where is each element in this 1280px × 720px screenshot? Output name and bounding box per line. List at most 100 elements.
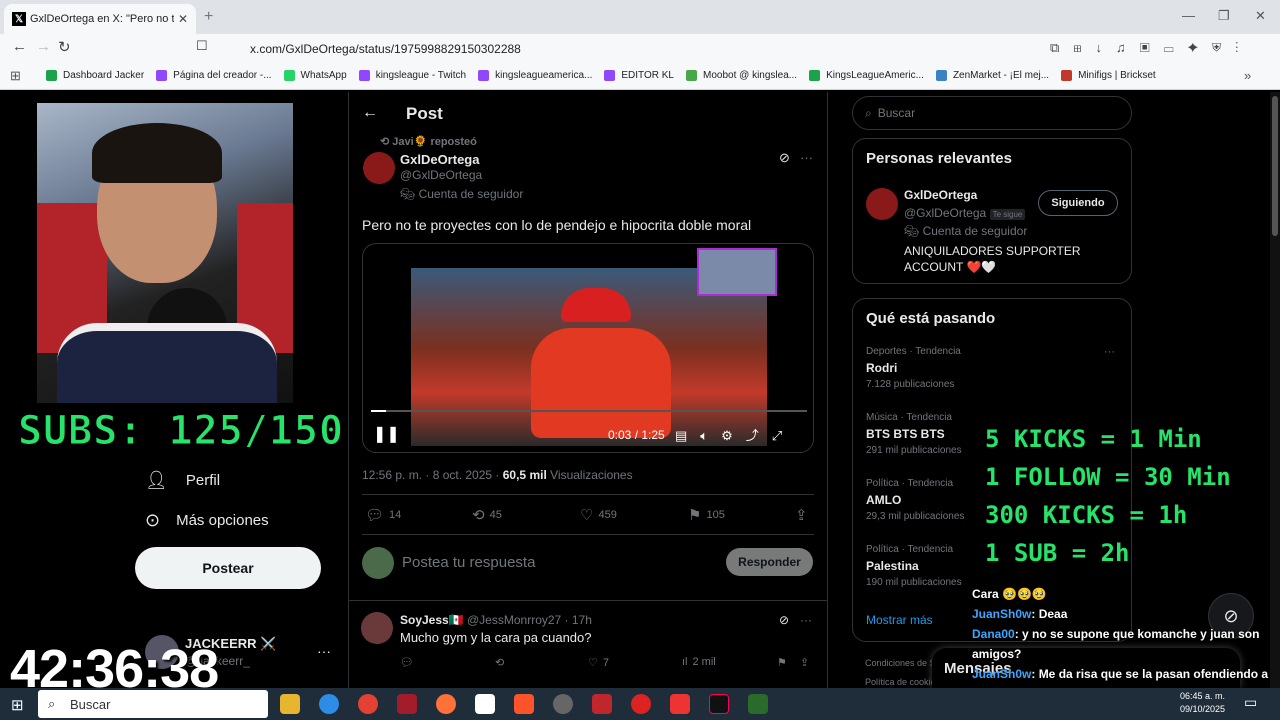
chrome-icon[interactable]	[358, 694, 378, 714]
account-menu-icon[interactable]: ···	[317, 643, 331, 659]
close-tab-icon[interactable]: ✕	[178, 12, 188, 26]
obs-icon[interactable]	[553, 694, 573, 714]
reply-avatar[interactable]	[361, 612, 393, 644]
kicks-line: 1 SUB = 2h	[985, 539, 1130, 567]
reply-repost-action[interactable]: ⟲	[495, 656, 504, 669]
more-bookmarks-icon[interactable]: »	[1244, 68, 1251, 83]
reply-name[interactable]: SoyJess🇲🇽	[400, 613, 464, 627]
video-player[interactable]: ❚❚ 0:03 / 1:25 ▤🔈︎⚙⤴⤢	[362, 243, 814, 453]
tab-title: GxlDeOrtega en X: "Pero no t	[30, 13, 174, 25]
reply-handle[interactable]: @JessMonrroy27 · 17h	[467, 613, 592, 627]
reply-like-action[interactable]: ♡ 7	[588, 656, 609, 670]
reply-share-icon: ⇪	[800, 657, 810, 669]
trend-more-icon[interactable]: ···	[1104, 346, 1115, 358]
windows-start-icon[interactable]: ⊞	[11, 696, 24, 714]
reload-icon[interactable]: ↻	[58, 38, 71, 56]
author-avatar[interactable]	[363, 152, 395, 184]
kicks-line: 300 KICKS = 1h	[985, 501, 1188, 529]
firefox-icon[interactable]	[436, 694, 456, 714]
footer-link[interactable]: Condiciones de S	[865, 658, 936, 668]
repost-row[interactable]: ⟲ Javi🌻 reposteó	[380, 135, 477, 148]
show-more-link[interactable]: Mostrar más	[866, 613, 933, 627]
search-input[interactable]: ⌕ Buscar	[852, 96, 1132, 130]
bookmark-item[interactable]: Página del creador -...	[156, 70, 272, 81]
bookmark-item[interactable]: ZenMarket - ¡El mej...	[935, 70, 1049, 81]
reply-action[interactable]: 💬︎ 14	[365, 506, 401, 524]
taskbar: ⊞ ⌕ Buscar 06:45 a. m. 09/10/2025 ▭	[0, 688, 1280, 720]
pause-icon[interactable]: ❚❚	[373, 424, 400, 444]
reply-bookmark-action[interactable]: ⚑	[777, 656, 787, 669]
app-icon[interactable]	[592, 694, 612, 714]
video-progress[interactable]	[371, 410, 807, 412]
reply-icon: 💬︎	[365, 507, 385, 524]
bookmark-item[interactable]: Moobot @ kingslea...	[686, 70, 797, 81]
back-icon[interactable]: ←	[12, 38, 27, 55]
bookmark-action[interactable]: ⚑ 105	[688, 506, 725, 524]
relevant-title: Personas relevantes	[866, 150, 1012, 167]
brave-icon[interactable]	[514, 694, 534, 714]
author-handle[interactable]: @GxlDeOrtega	[400, 168, 482, 182]
bookmark-item[interactable]: EDITOR KL	[604, 70, 674, 81]
subs-counter: SUBS: 125/150	[17, 408, 345, 455]
url-field[interactable]: x.com/GxlDeOrtega/status/197599882915030…	[228, 38, 970, 60]
bookmark-item[interactable]: WhatsApp	[283, 70, 347, 81]
repost-action[interactable]: ⟲ 45	[472, 506, 502, 524]
bookmark-favicon-icon	[686, 70, 697, 81]
new-tab-icon[interactable]: +	[204, 8, 213, 26]
browser-tab[interactable]: 𝕏 GxlDeOrtega en X: "Pero no t ✕	[4, 4, 196, 34]
post-button[interactable]: Postear	[135, 547, 321, 589]
share-action[interactable]: ⇪	[795, 506, 808, 524]
forward-icon[interactable]: →	[36, 38, 51, 55]
app-icon[interactable]	[631, 694, 651, 714]
footer-link[interactable]: Política de cookie	[865, 677, 936, 687]
bookmark-icon[interactable]: ☐	[196, 38, 208, 54]
bookmark-item[interactable]: Minifigs | Brickset	[1061, 70, 1156, 81]
bookmark-item[interactable]: KingsLeagueAmeric...	[809, 70, 924, 81]
nav-perfil[interactable]: 👤︎ Perfil	[145, 470, 220, 491]
reply-more-icon[interactable]: ···	[800, 613, 812, 627]
app-icon[interactable]	[397, 694, 417, 714]
relevant-avatar[interactable]	[866, 188, 898, 220]
badge-icon: 🎭︎	[400, 187, 419, 201]
grok-icon[interactable]: ⊘	[779, 150, 790, 166]
close-window-icon[interactable]: ✕	[1255, 8, 1266, 24]
video-time: 0:03 / 1:25	[608, 428, 665, 442]
taskbar-search[interactable]: ⌕ Buscar	[38, 690, 268, 718]
app-icon[interactable]	[748, 694, 768, 714]
scrollbar-thumb[interactable]	[1272, 96, 1278, 236]
reply-share-action[interactable]: ⇪	[800, 656, 809, 669]
app-icon[interactable]	[475, 694, 495, 714]
bookmark-item[interactable]: kingsleague - Twitch	[358, 70, 466, 81]
reply-button[interactable]: Responder	[726, 548, 813, 576]
minimize-icon[interactable]: —	[1182, 8, 1195, 23]
clock[interactable]: 06:45 a. m. 09/10/2025	[1180, 690, 1225, 716]
file-explorer-icon[interactable]	[280, 694, 300, 714]
extensions-icons[interactable]: ⧉⊞↓♫▣▭✦⛨⋮	[1050, 40, 1253, 56]
video-controls-icons[interactable]: ▤🔈︎⚙⤴⤢	[675, 425, 795, 444]
relevant-name[interactable]: GxlDeOrtega	[904, 188, 977, 202]
post-more-icon[interactable]: ···	[800, 150, 813, 165]
reply-grok-icon[interactable]: ⊘	[779, 613, 789, 627]
trend-item[interactable]: Deportes · Tendencia Rodri 7.128 publica…	[866, 346, 1120, 402]
reply-views-action[interactable]: ıl 2 mil	[682, 656, 716, 668]
search-icon: ⌕	[865, 105, 872, 120]
restore-icon[interactable]: ❐	[1218, 8, 1230, 24]
nav-more[interactable]: ⊙ Más opciones	[145, 510, 269, 531]
tiktok-icon[interactable]	[709, 694, 729, 714]
reply-reply-action[interactable]: 💬︎	[400, 656, 414, 669]
edge-icon[interactable]	[319, 694, 339, 714]
bookmark-item[interactable]: kingsleagueamerica...	[478, 70, 592, 81]
relevant-handle[interactable]: @GxlDeOrtega	[904, 206, 986, 220]
author-name[interactable]: GxlDeOrtega	[400, 152, 479, 167]
like-action[interactable]: ♡ 459	[580, 506, 617, 524]
notifications-icon[interactable]: ▭	[1244, 694, 1257, 711]
scrollbar[interactable]	[1270, 92, 1280, 688]
reply-input[interactable]: Postea tu respuesta	[402, 554, 535, 571]
back-arrow-icon[interactable]: ←	[362, 104, 378, 122]
reply-heart-icon: ♡	[588, 657, 598, 669]
maps-icon[interactable]	[670, 694, 690, 714]
apps-icon[interactable]: ⊞	[10, 68, 21, 84]
retweet-icon: ⟲	[472, 507, 485, 524]
following-button[interactable]: Siguiendo	[1038, 190, 1118, 216]
bookmark-item[interactable]: Dashboard Jacker	[46, 70, 144, 81]
